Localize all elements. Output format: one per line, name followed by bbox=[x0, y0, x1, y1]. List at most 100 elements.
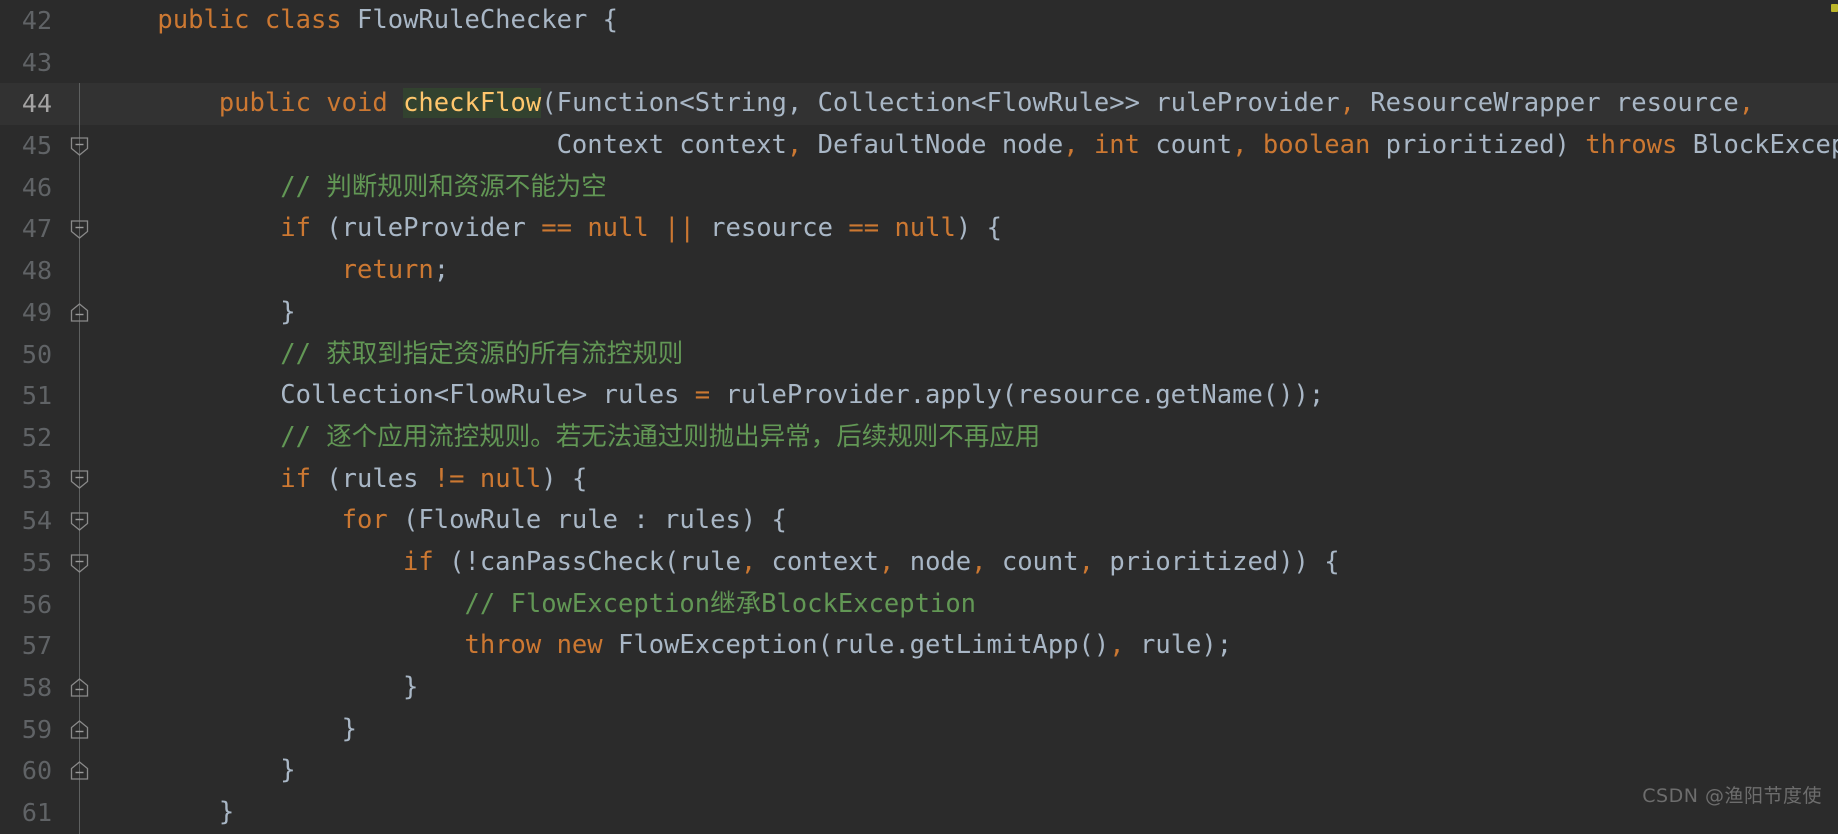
code-line-text[interactable]: throw new FlowException(rule.getLimitApp… bbox=[96, 625, 1838, 667]
code-line-text[interactable]: if (rules != null) { bbox=[96, 459, 1838, 501]
fold-gutter[interactable] bbox=[62, 458, 96, 501]
code-token: , bbox=[971, 546, 987, 577]
code-line-text[interactable]: // 逐个应用流控规则。若无法通过则抛出异常，后续规则不再应用 bbox=[96, 417, 1838, 459]
fold-collapse-down-icon[interactable] bbox=[68, 510, 91, 533]
fold-gutter[interactable] bbox=[62, 583, 96, 626]
fold-collapse-up-icon[interactable] bbox=[68, 676, 91, 699]
fold-gutter[interactable] bbox=[62, 375, 96, 417]
code-line-text[interactable]: // FlowException继承BlockException bbox=[96, 584, 1838, 626]
code-lines-container[interactable]: 42 public class FlowRuleChecker {43 44 pu… bbox=[0, 0, 1838, 834]
code-line-45[interactable]: 45 Context context, DefaultNode node, in… bbox=[0, 125, 1838, 167]
code-line-text[interactable]: if (ruleProvider == null || resource == … bbox=[96, 208, 1838, 250]
fold-gutter[interactable] bbox=[62, 83, 96, 126]
line-number: 60 bbox=[21, 756, 52, 786]
line-number: 61 bbox=[21, 798, 52, 828]
code-line-text[interactable]: } bbox=[96, 792, 1838, 834]
code-token: throw new bbox=[464, 630, 603, 661]
code-line-text[interactable]: if (!canPassCheck(rule, context, node, c… bbox=[96, 542, 1838, 584]
code-token: checkFlow bbox=[403, 88, 542, 119]
code-line-61[interactable]: 61 } bbox=[0, 792, 1838, 834]
code-token: ResourceWrapper resource bbox=[1354, 88, 1739, 119]
code-token: == bbox=[541, 213, 572, 244]
code-line-text[interactable]: } bbox=[96, 750, 1838, 792]
fold-gutter[interactable] bbox=[62, 792, 96, 834]
fold-collapse-down-icon[interactable] bbox=[68, 468, 91, 491]
fold-collapse-up-icon[interactable] bbox=[68, 718, 91, 741]
fold-gutter[interactable] bbox=[62, 42, 96, 84]
fold-gutter[interactable] bbox=[62, 708, 96, 751]
line-number: 54 bbox=[21, 506, 52, 536]
code-line-48[interactable]: 48 return; bbox=[0, 250, 1838, 292]
code-token: , bbox=[740, 546, 757, 577]
code-line-52[interactable]: 52 // 逐个应用流控规则。若无法通过则抛出异常，后续规则不再应用 bbox=[0, 416, 1838, 459]
watermark-text: CSDN @渔阳节度使 bbox=[1642, 785, 1822, 807]
code-line-51[interactable]: 51 Collection<FlowRule> rules = ruleProv… bbox=[0, 375, 1838, 417]
code-line-58[interactable]: 58 } bbox=[0, 667, 1838, 709]
code-line-text[interactable]: // 判断规则和资源不能为空 bbox=[96, 167, 1838, 209]
code-line-text[interactable]: public void checkFlow(Function<String, C… bbox=[96, 83, 1838, 125]
code-token: node bbox=[894, 546, 972, 577]
code-line-49[interactable]: 49 } bbox=[0, 291, 1838, 334]
code-line-text[interactable]: } bbox=[96, 292, 1838, 334]
code-editor[interactable]: 42 public class FlowRuleChecker {43 44 pu… bbox=[0, 0, 1838, 834]
fold-gutter[interactable] bbox=[62, 250, 96, 292]
code-line-60[interactable]: 60 } bbox=[0, 750, 1838, 793]
code-token: // 判断规则和资源不能为空 bbox=[280, 171, 607, 202]
fold-gutter[interactable] bbox=[62, 416, 96, 459]
fold-gutter[interactable] bbox=[62, 750, 96, 793]
fold-gutter[interactable] bbox=[62, 125, 96, 167]
code-line-55[interactable]: 55 if (!canPassCheck(rule, context, node… bbox=[0, 541, 1838, 584]
fold-collapse-up-icon[interactable] bbox=[68, 301, 91, 324]
code-line-text[interactable]: } bbox=[96, 709, 1838, 751]
code-line-59[interactable]: 59 } bbox=[0, 708, 1838, 751]
code-line-46[interactable]: 46 // 判断规则和资源不能为空 bbox=[0, 166, 1838, 209]
code-line-text[interactable]: } bbox=[96, 667, 1838, 709]
code-line-43[interactable]: 43 bbox=[0, 42, 1838, 84]
fold-gutter[interactable] bbox=[62, 0, 96, 42]
code-line-text[interactable]: public class FlowRuleChecker { bbox=[96, 0, 1838, 42]
fold-gutter[interactable] bbox=[62, 541, 96, 584]
fold-collapse-up-icon[interactable] bbox=[68, 760, 91, 783]
line-number: 52 bbox=[21, 422, 52, 452]
code-line-text[interactable]: for (FlowRule rule : rules) { bbox=[96, 500, 1838, 542]
code-line-text[interactable]: return; bbox=[96, 250, 1838, 292]
fold-gutter[interactable] bbox=[62, 208, 96, 251]
line-number: 55 bbox=[21, 547, 52, 577]
code-token: FlowException(rule.getLimitApp() bbox=[602, 630, 1110, 661]
code-token: != bbox=[433, 463, 465, 494]
fold-gutter[interactable] bbox=[62, 333, 96, 376]
code-line-44[interactable]: 44 public void checkFlow(Function<String… bbox=[0, 83, 1838, 126]
fold-gutter[interactable] bbox=[62, 667, 96, 709]
fold-gutter[interactable] bbox=[62, 625, 96, 667]
fold-collapse-down-icon[interactable] bbox=[68, 551, 91, 574]
fold-collapse-down-icon[interactable] bbox=[68, 218, 91, 241]
code-line-56[interactable]: 56 // FlowException继承BlockException bbox=[0, 583, 1838, 626]
fold-gutter[interactable] bbox=[62, 500, 96, 542]
line-number: 53 bbox=[21, 464, 52, 494]
code-line-53[interactable]: 53 if (rules != null) { bbox=[0, 458, 1838, 501]
code-line-42[interactable]: 42 public class FlowRuleChecker { bbox=[0, 0, 1838, 42]
fold-gutter[interactable] bbox=[62, 291, 96, 334]
code-line-47[interactable]: 47 if (ruleProvider == null || resource … bbox=[0, 208, 1838, 251]
line-number: 51 bbox=[21, 381, 52, 411]
code-line-text[interactable]: Context context, DefaultNode node, int c… bbox=[96, 125, 1838, 167]
code-token: , bbox=[1109, 630, 1125, 661]
code-line-50[interactable]: 50 // 获取到指定资源的所有流控规则 bbox=[0, 333, 1838, 376]
fold-collapse-down-icon[interactable] bbox=[68, 134, 91, 157]
code-line-57[interactable]: 57 throw new FlowException(rule.getLimit… bbox=[0, 625, 1838, 667]
code-token: (Function<String, Collection<FlowRule>> … bbox=[541, 88, 1340, 119]
code-token: boolean bbox=[1262, 130, 1371, 161]
code-line-text[interactable]: Collection<FlowRule> rules = ruleProvide… bbox=[96, 375, 1838, 417]
fold-gutter[interactable] bbox=[62, 166, 96, 209]
code-line-text[interactable]: // 获取到指定资源的所有流控规则 bbox=[96, 334, 1838, 376]
code-line-54[interactable]: 54 for (FlowRule rule : rules) { bbox=[0, 500, 1838, 542]
